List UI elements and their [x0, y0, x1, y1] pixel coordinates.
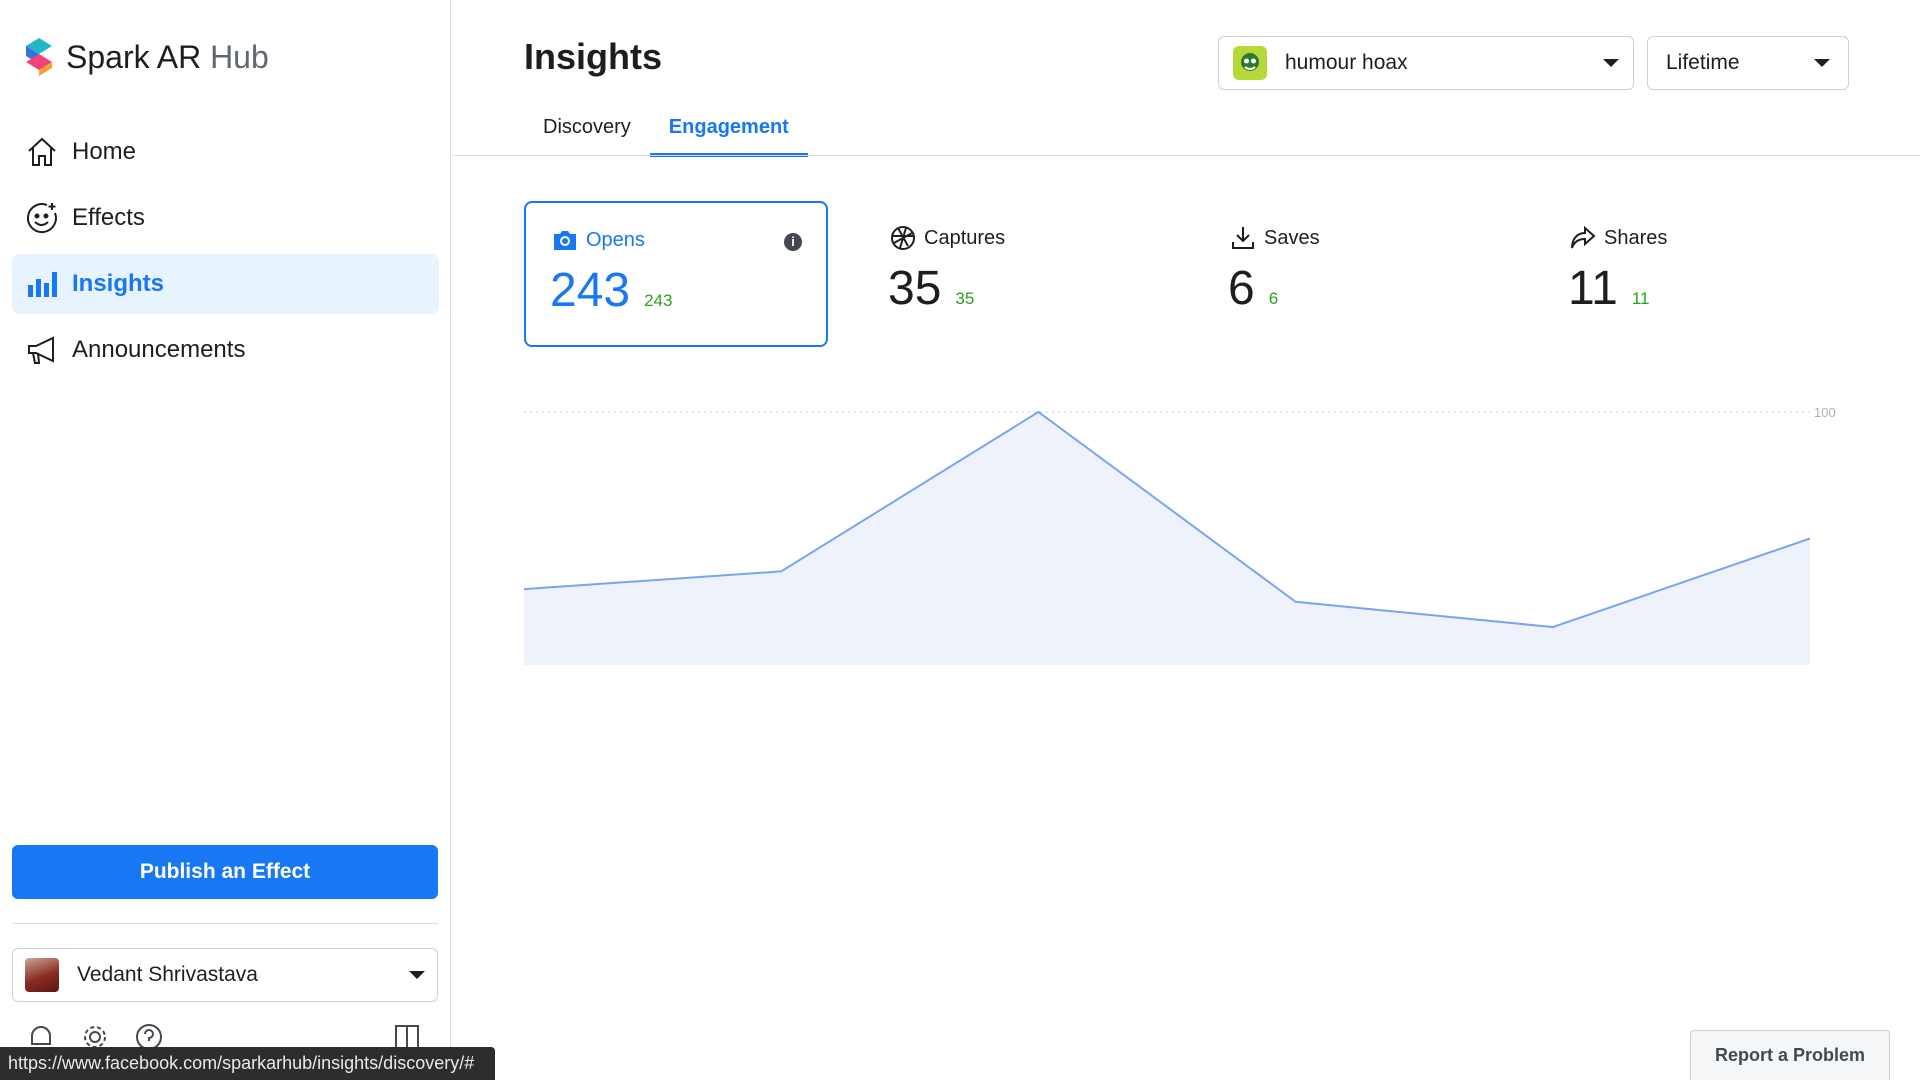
- spark-ar-logo-icon: [26, 38, 52, 76]
- date-range-value: Lifetime: [1666, 51, 1740, 74]
- sidebar: Spark AR Hub Home Effects Insights Annou…: [0, 0, 451, 1080]
- sidebar-item-insights[interactable]: Insights: [12, 254, 439, 314]
- metric-label: Saves: [1264, 226, 1320, 249]
- tabs-divider: [452, 155, 1920, 156]
- effect-thumbnail: [1233, 46, 1267, 80]
- metric-cards: Opens i 243 243 Captures 35 35 Saves 6 6…: [524, 201, 1884, 347]
- metric-label: Captures: [924, 226, 1006, 249]
- sidebar-item-announcements[interactable]: Announcements: [12, 320, 439, 380]
- metric-card-shares[interactable]: Shares 11 11: [1544, 201, 1848, 347]
- metric-delta: 243: [644, 291, 673, 310]
- sidebar-item-effects[interactable]: Effects: [12, 188, 439, 248]
- sidebar-item-home[interactable]: Home: [12, 122, 439, 182]
- sidebar-item-label: Effects: [72, 204, 145, 231]
- metric-label: Shares: [1604, 226, 1668, 249]
- series-area: [524, 412, 1810, 665]
- y-tick-label: 100: [1814, 405, 1836, 420]
- divider: [12, 923, 438, 924]
- megaphone-icon: [24, 332, 60, 368]
- engagement-area-chart: 100: [524, 405, 1836, 665]
- metric-value: 11: [1568, 262, 1618, 315]
- aperture-icon: [888, 223, 918, 253]
- insights-tabs: Discovery Engagement: [524, 104, 808, 157]
- chevron-down-icon: [1603, 59, 1619, 67]
- tab-discovery[interactable]: Discovery: [524, 104, 650, 157]
- app-name-main: Spark AR: [66, 38, 202, 75]
- metric-delta: 6: [1268, 289, 1279, 308]
- main-content: Insights humour hoax Lifetime Discovery …: [452, 0, 1920, 1080]
- avatar: [25, 958, 59, 992]
- user-name: Vedant Shrivastava: [77, 963, 258, 986]
- browser-status-url: https://www.facebook.com/sparkarhub/insi…: [0, 1047, 495, 1080]
- metric-value: 35: [888, 262, 942, 315]
- metric-card-opens[interactable]: Opens i 243 243: [524, 201, 828, 347]
- sidebar-item-label: Home: [72, 138, 137, 165]
- user-account-dropdown[interactable]: Vedant Shrivastava: [12, 948, 438, 1002]
- app-name: Spark AR Hub: [66, 39, 269, 76]
- metric-card-captures[interactable]: Captures 35 35: [864, 201, 1168, 347]
- app-logo[interactable]: Spark AR Hub: [22, 34, 269, 80]
- sidebar-item-label: Announcements: [72, 336, 246, 363]
- sidebar-item-label: Insights: [72, 270, 165, 297]
- sidebar-nav: Home Effects Insights Announcements: [12, 122, 439, 386]
- metric-delta: 35: [955, 289, 975, 308]
- publish-effect-button[interactable]: Publish an Effect: [12, 845, 438, 899]
- share-icon: [1568, 223, 1598, 253]
- metric-delta: 11: [1631, 289, 1650, 308]
- metric-value: 6: [1228, 262, 1255, 315]
- home-icon: [24, 134, 60, 170]
- page-title: Insights: [524, 36, 663, 77]
- info-icon[interactable]: i: [784, 233, 802, 251]
- report-problem-button[interactable]: Report a Problem: [1690, 1030, 1890, 1080]
- download-icon: [1228, 223, 1258, 253]
- date-range-dropdown[interactable]: Lifetime: [1647, 36, 1849, 90]
- app-name-sub: Hub: [210, 38, 269, 75]
- effect-dropdown-value: humour hoax: [1285, 51, 1408, 74]
- tab-engagement[interactable]: Engagement: [649, 104, 808, 157]
- camera-icon: [550, 225, 580, 255]
- bar-chart-icon: [24, 266, 60, 302]
- effects-icon: [24, 200, 60, 236]
- chevron-down-icon: [1814, 59, 1830, 67]
- metric-value: 243: [550, 264, 631, 317]
- metric-label: Opens: [586, 228, 645, 251]
- metric-card-saves[interactable]: Saves 6 6: [1204, 201, 1508, 347]
- effect-dropdown[interactable]: humour hoax: [1218, 36, 1634, 90]
- chevron-down-icon: [409, 971, 425, 979]
